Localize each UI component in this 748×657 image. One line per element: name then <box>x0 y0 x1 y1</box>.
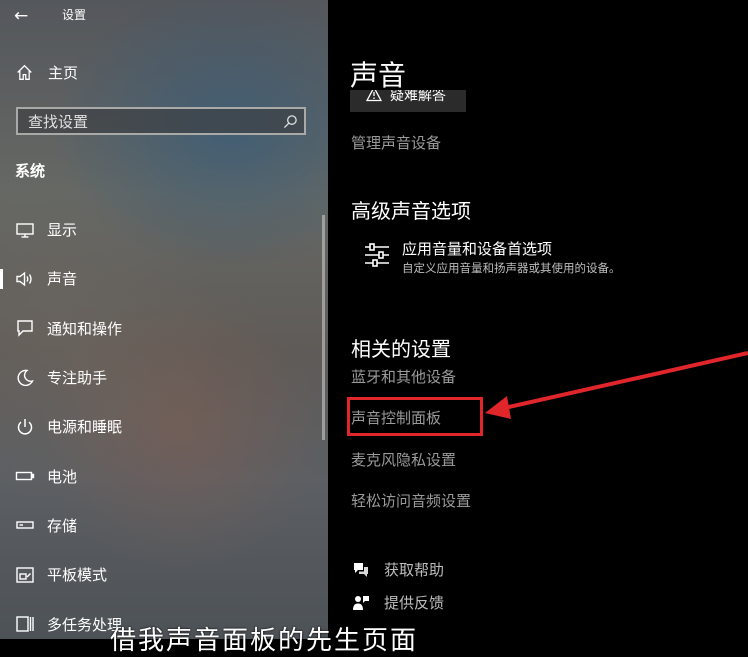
get-help-label: 获取帮助 <box>384 561 445 579</box>
sidebar-item-display[interactable]: 显示 <box>0 205 320 254</box>
notification-icon <box>17 320 33 337</box>
sidebar: ← 设置 主页 系统 显示 声音 通知 <box>0 0 328 639</box>
sidebar-nav: 显示 声音 通知和操作 专注助手 电源和睡眠 电池 存储 平板模式 多任务处理 <box>0 205 320 639</box>
sidebar-item-label: 电源和睡眠 <box>47 418 123 437</box>
give-feedback-link[interactable]: 提供反馈 <box>352 592 444 613</box>
home-icon <box>17 64 32 80</box>
arrow-left-icon: ← <box>14 6 29 26</box>
multitasking-icon <box>16 616 34 632</box>
sidebar-item-label: 存储 <box>47 516 78 535</box>
main-content: 声音 疑难解答 管理声音设备 高级声音选项 应用音量和设备首选项 自定义应用音量… <box>328 0 748 639</box>
sidebar-item-tablet-mode[interactable]: 平板模式 <box>0 550 320 599</box>
help-chat-icon <box>354 562 368 577</box>
storage-icon <box>16 521 34 530</box>
get-help-link[interactable]: 获取帮助 <box>352 559 444 580</box>
annotation-arrow <box>485 351 748 419</box>
search-box <box>16 107 306 135</box>
battery-icon <box>15 471 35 481</box>
give-feedback-label: 提供反馈 <box>384 594 445 612</box>
home-label: 主页 <box>48 64 79 82</box>
tablet-mode-icon <box>16 567 34 583</box>
sidebar-item-label: 通知和操作 <box>47 319 123 338</box>
sidebar-item-notifications[interactable]: 通知和操作 <box>0 304 320 353</box>
power-icon <box>17 418 33 435</box>
sidebar-item-label: 声音 <box>47 270 78 289</box>
search-input[interactable] <box>26 111 280 133</box>
feedback-icon <box>353 595 369 610</box>
monitor-icon <box>16 222 34 238</box>
sidebar-item-sound[interactable]: 声音 <box>0 254 320 303</box>
sidebar-item-storage[interactable]: 存储 <box>0 501 320 550</box>
back-button[interactable]: ← <box>14 5 36 27</box>
speaker-icon <box>16 271 32 287</box>
sidebar-item-label: 显示 <box>47 221 78 240</box>
sidebar-item-label: 电池 <box>47 467 78 486</box>
search-icon[interactable] <box>283 114 298 129</box>
section-label: 系统 <box>15 162 46 180</box>
moon-icon <box>17 369 34 386</box>
sidebar-home[interactable]: 主页 <box>16 62 78 83</box>
sidebar-scrollbar[interactable] <box>322 215 325 440</box>
sidebar-item-power-sleep[interactable]: 电源和睡眠 <box>0 402 320 451</box>
sidebar-item-label: 专注助手 <box>47 369 108 388</box>
sidebar-item-label: 平板模式 <box>47 566 108 585</box>
sidebar-item-focus-assist[interactable]: 专注助手 <box>0 353 320 402</box>
app-title: 设置 <box>62 8 87 22</box>
sidebar-item-battery[interactable]: 电池 <box>0 451 320 500</box>
